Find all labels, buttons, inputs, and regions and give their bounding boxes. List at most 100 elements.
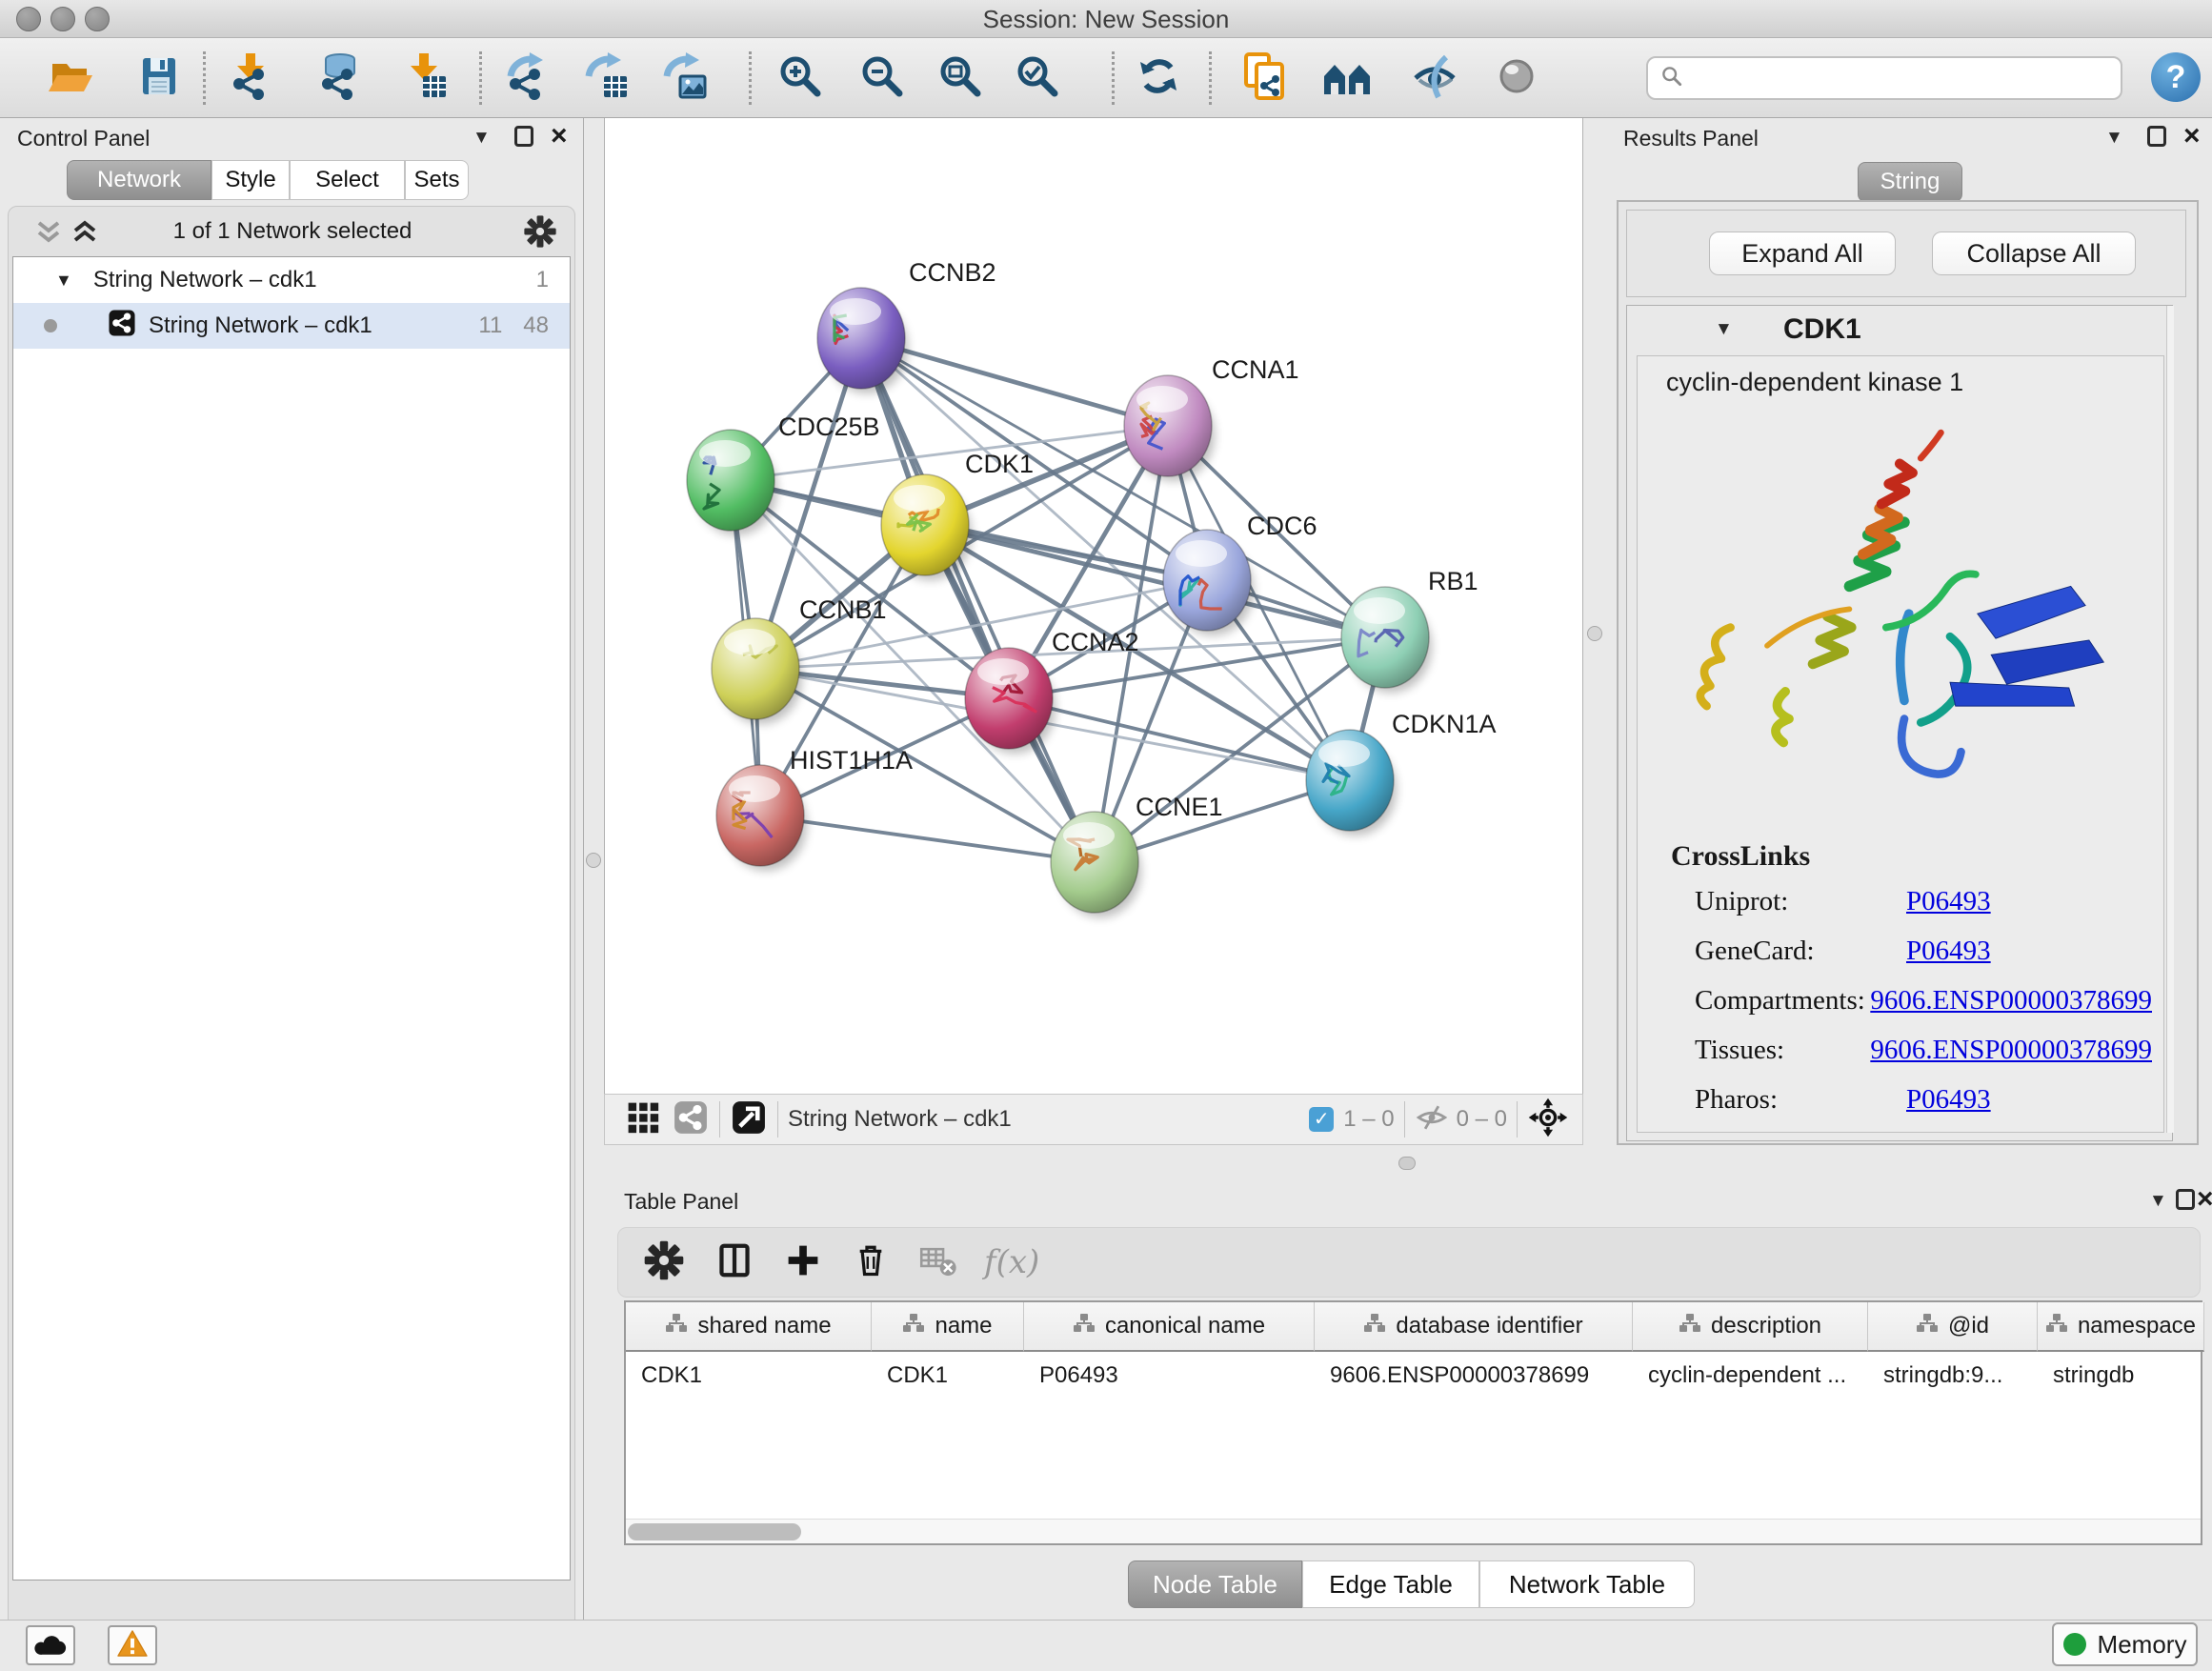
grid-view-icon[interactable] xyxy=(624,1098,662,1141)
hide-panels-button[interactable] xyxy=(1404,48,1465,109)
column-header-description[interactable]: description xyxy=(1633,1302,1868,1352)
warning-status-button[interactable] xyxy=(108,1625,157,1665)
clone-network-button[interactable] xyxy=(1234,48,1295,109)
open-file-button[interactable] xyxy=(40,48,101,109)
tab-style[interactable]: Style xyxy=(211,160,290,200)
import-network-file-button[interactable] xyxy=(221,48,282,109)
table-cell[interactable]: 9606.ENSP00000378699 xyxy=(1315,1352,1633,1399)
tab-edge-table[interactable]: Edge Table xyxy=(1302,1560,1479,1608)
network-edge[interactable] xyxy=(861,338,1095,862)
export-table-button[interactable] xyxy=(575,48,636,109)
cloud-status-button[interactable] xyxy=(26,1625,75,1665)
tab-string[interactable]: String xyxy=(1858,162,1962,202)
expand-all-button[interactable]: Expand All xyxy=(1709,232,1896,275)
scrollbar-thumb[interactable] xyxy=(628,1523,801,1540)
network-node-ccne1[interactable] xyxy=(1051,812,1141,917)
table-cell[interactable]: P06493 xyxy=(1024,1352,1315,1399)
home-layout-button[interactable] xyxy=(1317,48,1377,109)
memory-button[interactable]: Memory xyxy=(2052,1622,2198,1666)
collapse-all-button[interactable]: Collapse All xyxy=(1932,232,2136,275)
crosslink-link[interactable]: 9606.ENSP00000378699 xyxy=(1870,985,2152,1017)
crosslink-link[interactable]: P06493 xyxy=(1906,1084,1991,1116)
selected-checkbox-icon[interactable]: ✓ xyxy=(1309,1107,1334,1132)
network-node-cdc6[interactable] xyxy=(1163,530,1254,635)
zoom-fit-button[interactable] xyxy=(930,48,991,109)
table-cell[interactable]: stringdb xyxy=(2038,1352,2204,1399)
section-collapse-icon[interactable]: ▼ xyxy=(1715,319,1733,340)
import-table-file-button[interactable] xyxy=(394,48,455,109)
network-node-hist1h1a[interactable] xyxy=(716,765,807,871)
network-view-canvas[interactable]: CCNB2CCNA1CDC25BCDK1CDC6RB1CCNB1CCNA2CDK… xyxy=(604,118,1583,1094)
tab-select[interactable]: Select xyxy=(290,160,405,200)
network-node-cdkn1a[interactable] xyxy=(1306,730,1397,836)
control-panel-collapse-icon[interactable]: ▼ xyxy=(473,128,491,149)
crosslink-link[interactable]: 9606.ENSP00000378699 xyxy=(1870,1035,2152,1066)
collection-expand-icon[interactable]: ▼ xyxy=(55,271,72,291)
network-edge[interactable] xyxy=(760,815,1095,862)
tab-network[interactable]: Network xyxy=(67,160,211,200)
horizontal-splitter-handle[interactable] xyxy=(1398,1157,1416,1170)
help-button[interactable]: ? xyxy=(2151,52,2201,102)
network-node-ccnb2[interactable] xyxy=(817,288,908,393)
import-network-database-button[interactable] xyxy=(310,48,371,109)
zoom-selected-button[interactable] xyxy=(1007,48,1068,109)
column-header-canonical-name[interactable]: canonical name xyxy=(1024,1302,1315,1352)
right-splitter-handle[interactable] xyxy=(1587,626,1602,641)
results-panel-float-icon[interactable] xyxy=(2147,126,2166,147)
save-session-button[interactable] xyxy=(129,48,190,109)
column-header-name[interactable]: name xyxy=(872,1302,1024,1352)
table-cell[interactable]: stringdb:9... xyxy=(1868,1352,2038,1399)
control-panel-close-icon[interactable]: × xyxy=(551,124,568,149)
network-node-cdk1[interactable] xyxy=(881,474,972,580)
crosslink-row: Pharos:P06493 xyxy=(1695,1084,2152,1116)
table-cell[interactable]: CDK1 xyxy=(872,1352,1024,1399)
function-builder-icon[interactable]: f(x) xyxy=(984,1243,1039,1281)
detach-view-icon[interactable] xyxy=(730,1098,768,1141)
zoom-out-button[interactable] xyxy=(852,48,913,109)
node-table: shared namenamecanonical namedatabase id… xyxy=(624,1300,2202,1545)
network-node-ccna1[interactable] xyxy=(1124,375,1215,481)
show-columns-icon[interactable] xyxy=(714,1239,755,1286)
tab-node-table[interactable]: Node Table xyxy=(1128,1560,1302,1608)
show-panel-button[interactable] xyxy=(1486,48,1547,109)
table-panel-close-icon[interactable]: × xyxy=(2197,1187,2212,1212)
export-image-button[interactable] xyxy=(654,48,714,109)
network-options-gear-icon[interactable] xyxy=(523,214,557,253)
table-panel-collapse-icon[interactable]: ▼ xyxy=(2149,1191,2167,1212)
table-settings-gear-icon[interactable] xyxy=(643,1239,685,1286)
search-input[interactable] xyxy=(1686,65,2105,91)
birdseye-crosshair-icon[interactable] xyxy=(1527,1097,1569,1143)
table-cell[interactable]: cyclin-dependent ... xyxy=(1633,1352,1868,1399)
network-row[interactable]: String Network – cdk1 11 48 xyxy=(13,303,570,349)
table-cell[interactable]: CDK1 xyxy=(626,1352,872,1399)
create-column-plus-icon[interactable] xyxy=(784,1241,822,1284)
results-scrollbar-track[interactable] xyxy=(2166,306,2174,1133)
results-panel-collapse-icon[interactable]: ▼ xyxy=(2105,128,2123,149)
tab-sets[interactable]: Sets xyxy=(405,160,469,200)
export-image-icon xyxy=(659,51,709,106)
crosslink-link[interactable]: P06493 xyxy=(1906,936,1991,967)
network-node-ccna2[interactable] xyxy=(965,648,1056,754)
network-collection-row[interactable]: ▼ String Network – cdk1 1 xyxy=(13,257,570,303)
delete-table-icon[interactable] xyxy=(917,1239,959,1286)
delete-column-trash-icon[interactable] xyxy=(851,1240,891,1285)
refresh-view-button[interactable] xyxy=(1128,48,1189,109)
left-splitter-handle[interactable] xyxy=(586,853,601,868)
table-panel-float-icon[interactable] xyxy=(2176,1189,2195,1210)
network-node-ccnb1[interactable] xyxy=(712,618,802,724)
export-network-button[interactable] xyxy=(497,48,558,109)
table-horizontal-scrollbar[interactable] xyxy=(626,1519,2201,1543)
column-header-database-identifier[interactable]: database identifier xyxy=(1315,1302,1633,1352)
column-header--id[interactable]: @id xyxy=(1868,1302,2038,1352)
hidden-eye-slash-icon[interactable] xyxy=(1415,1100,1449,1139)
zoom-in-button[interactable] xyxy=(770,48,831,109)
tab-network-table[interactable]: Network Table xyxy=(1479,1560,1695,1608)
control-panel-float-icon[interactable] xyxy=(514,126,533,147)
network-share-view-icon[interactable] xyxy=(672,1098,710,1141)
crosslink-link[interactable]: P06493 xyxy=(1906,886,1991,917)
column-header-namespace[interactable]: namespace xyxy=(2038,1302,2204,1352)
column-header-shared-name[interactable]: shared name xyxy=(626,1302,872,1352)
results-panel-close-icon[interactable]: × xyxy=(2183,124,2201,149)
network-node-rb1[interactable] xyxy=(1341,587,1432,693)
search-box[interactable] xyxy=(1646,56,2122,100)
